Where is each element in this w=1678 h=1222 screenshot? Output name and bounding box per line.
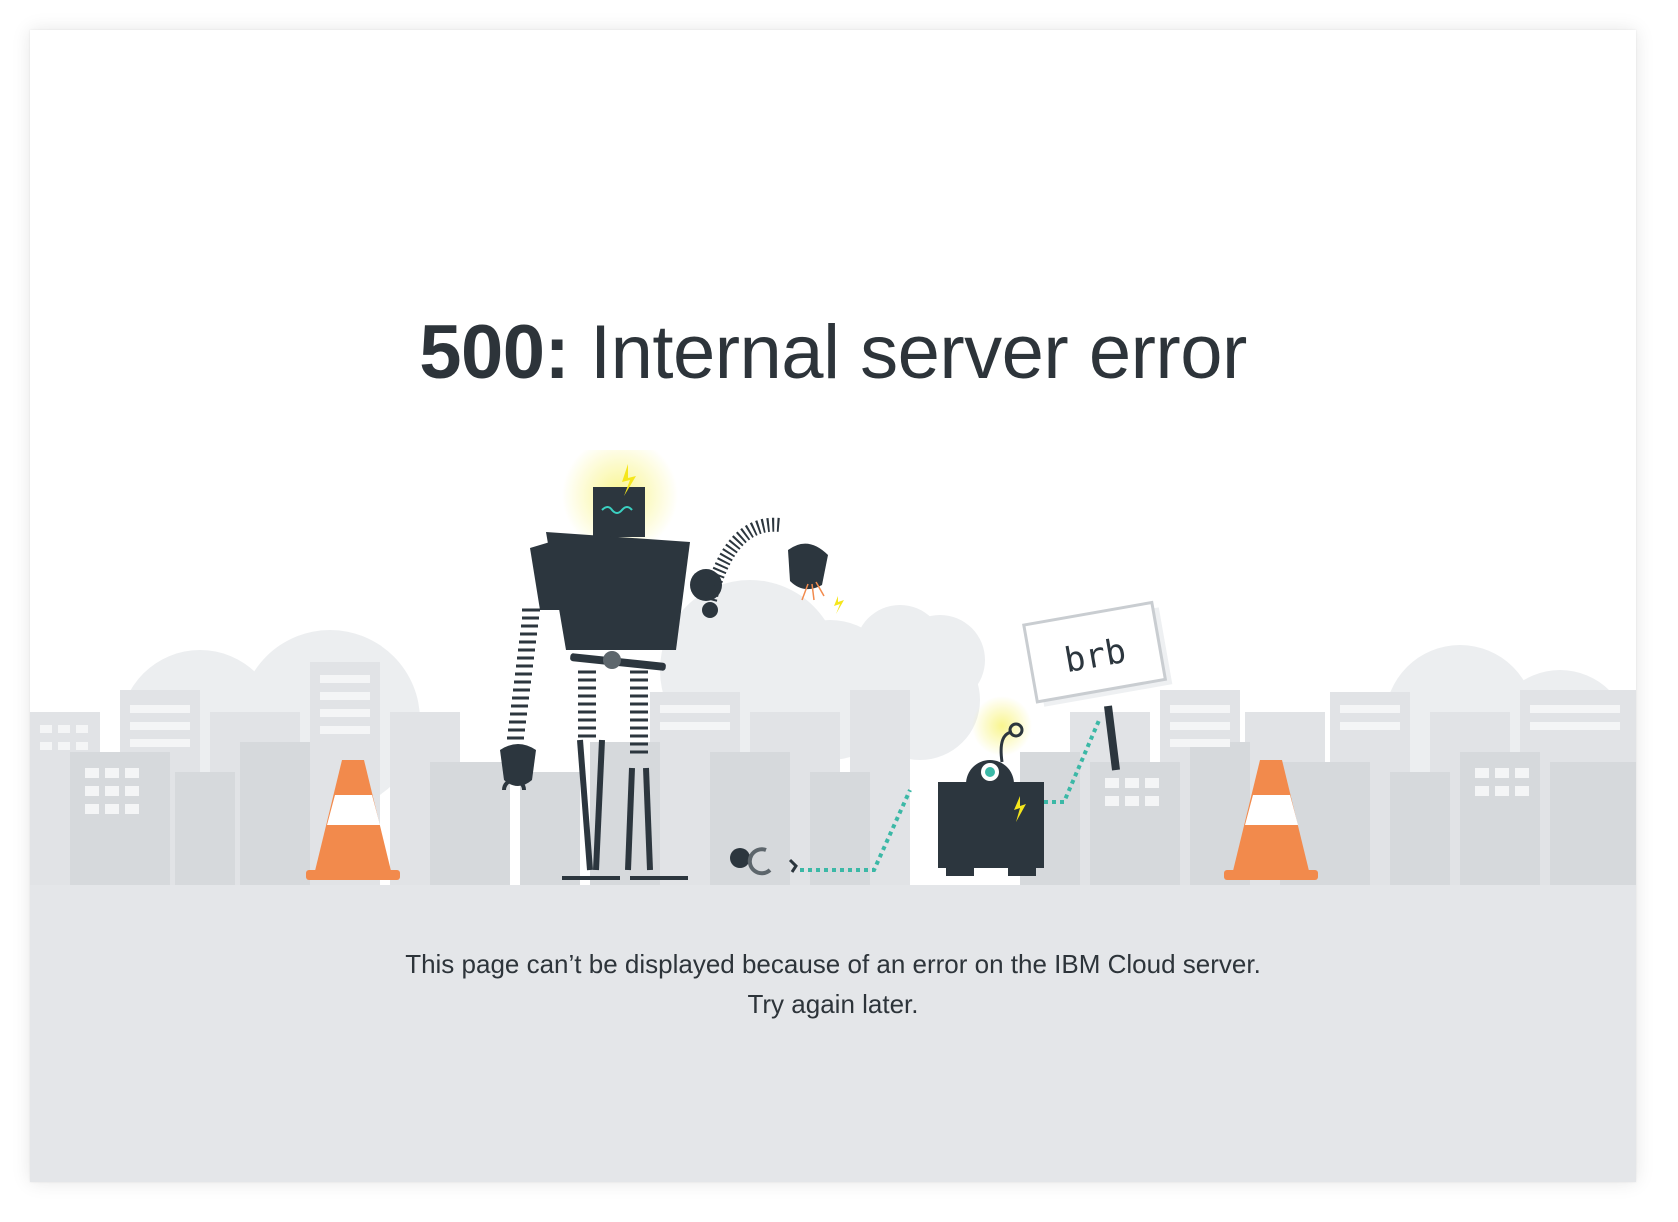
error-title: Internal server error: [589, 310, 1247, 395]
error-message: This page can’t be displayed because of …: [30, 944, 1636, 1024]
error-message-line1: This page can’t be displayed because of …: [405, 949, 1261, 979]
error-card: 500: Internal server error brb This page…: [30, 30, 1636, 1182]
error-code: 500:: [419, 310, 570, 395]
error-message-line2: Try again later.: [747, 989, 919, 1019]
robot-illustration: brb: [30, 450, 1636, 885]
page-title: 500: Internal server error: [30, 308, 1636, 398]
ground-area: [30, 885, 1636, 1182]
